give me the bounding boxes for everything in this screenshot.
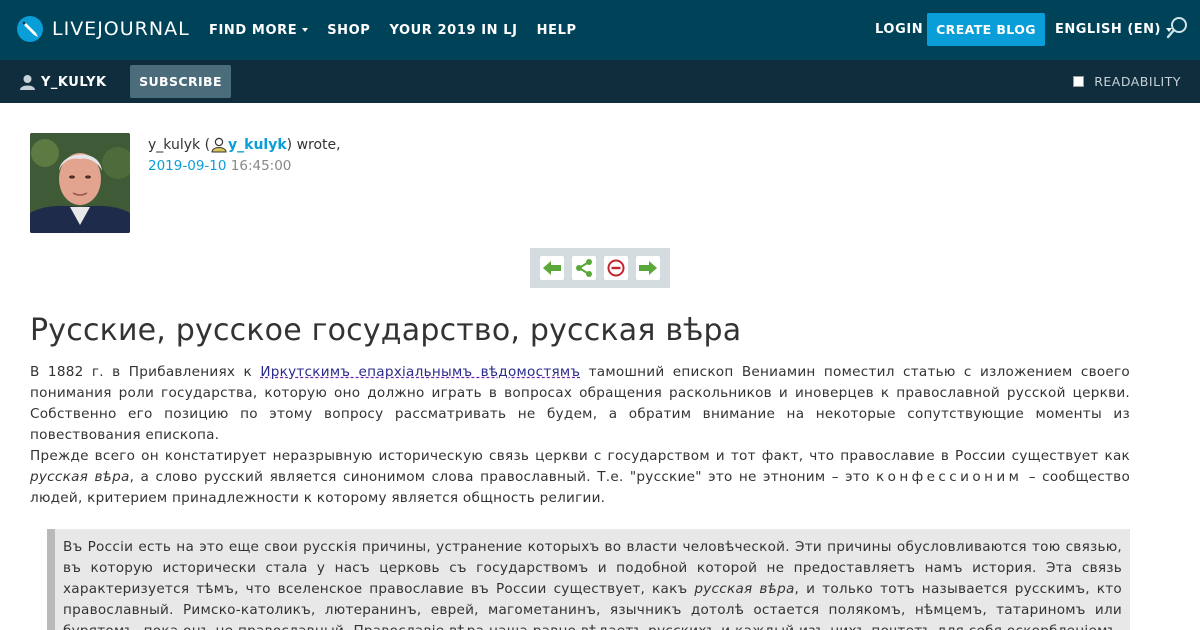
- main-nav: FIND MORE SHOP YOUR 2019 IN LJ HELP: [209, 0, 596, 60]
- nav-your-year[interactable]: YOUR 2019 IN LJ: [389, 23, 517, 38]
- chevron-down-icon: [302, 28, 309, 32]
- author-name: y_kulyk (: [148, 137, 211, 153]
- livejournal-logo[interactable]: LIVEJOURNAL: [16, 15, 190, 43]
- language-selector[interactable]: ENGLISH (EN): [1055, 22, 1172, 37]
- entry-meta: y_kulyk ( y_kulyk ) wrote, 2019-09-10 16…: [148, 136, 341, 174]
- top-navigation-bar: LIVEJOURNAL FIND MORE SHOP YOUR 2019 IN …: [0, 0, 1200, 60]
- paragraph-1-start: В 1882 г. в Прибавлениях к: [30, 364, 261, 380]
- userinfo-icon[interactable]: [211, 137, 227, 153]
- previous-arrow-icon[interactable]: [540, 256, 564, 280]
- vedomosti-link[interactable]: Иркутскимъ епархіальнымъ вѣдомостямъ: [260, 364, 580, 380]
- search-icon[interactable]: [1166, 16, 1190, 40]
- paragraph-1: В 1882 г. в Прибавлениях к Иркутскимъ еп…: [30, 362, 1130, 446]
- login-link[interactable]: LOGIN: [875, 22, 923, 37]
- quote-italic: русская вѣра: [694, 581, 795, 597]
- nav-find-more[interactable]: FIND MORE: [209, 22, 309, 38]
- paragraph-2-start: Прежде всего он констатирует неразрывную…: [30, 448, 1130, 464]
- entry-time: 16:45:00: [230, 158, 292, 174]
- remove-icon[interactable]: [604, 256, 628, 280]
- journal-bar: Y_KULYK SUBSCRIBE READABILITY: [0, 60, 1200, 103]
- journal-user-link[interactable]: Y_KULYK: [20, 74, 107, 90]
- entry-date[interactable]: 2019-09-10: [148, 158, 226, 174]
- next-arrow-icon[interactable]: [636, 256, 660, 280]
- readability-checkbox[interactable]: [1073, 76, 1085, 87]
- paragraph-2-italic: русская вѣра: [30, 469, 130, 485]
- readability-toggle[interactable]: READABILITY: [1073, 74, 1181, 89]
- nav-help[interactable]: HELP: [537, 23, 577, 38]
- paragraph-2: Прежде всего он констатирует неразрывную…: [30, 446, 1130, 509]
- entry-controls: [530, 248, 670, 288]
- language-label: ENGLISH (EN): [1055, 22, 1161, 37]
- logo-text: LIVEJOURNAL: [52, 18, 190, 40]
- avatar[interactable]: [30, 133, 130, 233]
- nav-shop[interactable]: SHOP: [327, 23, 370, 38]
- author-link[interactable]: y_kulyk: [228, 137, 287, 153]
- user-icon: [20, 75, 35, 90]
- livejournal-logo-icon: [16, 15, 44, 43]
- nav-find-more-label: FIND MORE: [209, 22, 298, 38]
- paragraph-2-mid: , а слово русский является синонимом сло…: [129, 469, 877, 485]
- blockquote: Въ Россіи есть на это еще свои русскія п…: [47, 529, 1130, 630]
- create-blog-button[interactable]: CREATE BLOG: [927, 13, 1045, 46]
- share-icon[interactable]: [572, 256, 596, 280]
- paragraph-2-spaced: конфессионим: [876, 469, 1023, 485]
- readability-label: READABILITY: [1094, 74, 1181, 89]
- journal-username: Y_KULYK: [41, 74, 107, 90]
- wrote-text: ) wrote,: [286, 137, 341, 153]
- entry-title: Русские, русское государство, русская вѣ…: [30, 313, 742, 348]
- subscribe-button[interactable]: SUBSCRIBE: [130, 65, 231, 98]
